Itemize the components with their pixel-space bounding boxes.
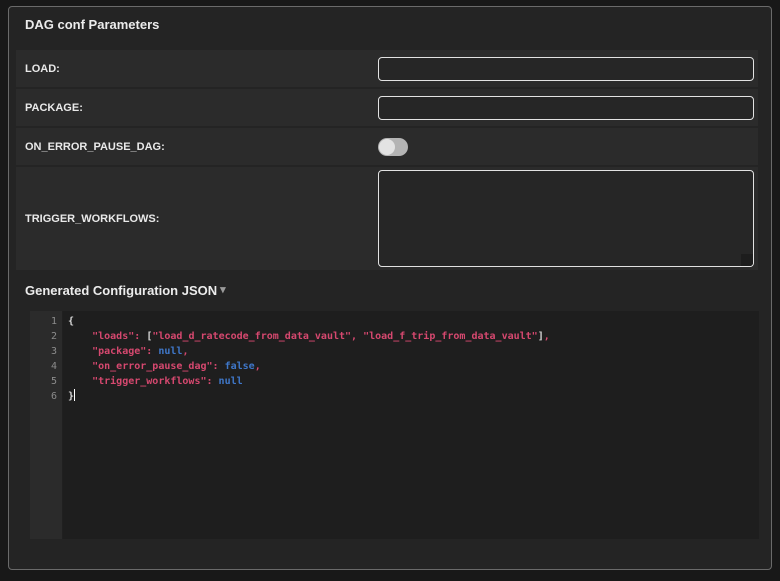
code-line: 2 "loads": ["load_d_ratecode_from_data_v… [30, 329, 759, 344]
code-text: } [63, 389, 75, 404]
load-label: LOAD: [25, 63, 378, 75]
panel-title: DAG conf Parameters [25, 17, 764, 32]
code-line: 6} [30, 389, 759, 404]
line-number: 3 [30, 344, 63, 359]
json-code-editor[interactable]: 1{2 "loads": ["load_d_ratecode_from_data… [30, 311, 759, 539]
toggle-knob-icon [379, 139, 395, 155]
code-text: "package": null, [63, 344, 188, 359]
dag-conf-panel: DAG conf Parameters LOAD: PACKAGE: ON_ER… [8, 6, 772, 570]
code-text: "on_error_pause_dag": false, [63, 359, 261, 374]
generated-json-header[interactable]: Generated Configuration JSON ▾ [25, 283, 226, 298]
line-number: 4 [30, 359, 63, 374]
load-input[interactable] [378, 57, 754, 81]
code-line: 1{ [30, 314, 759, 329]
form-row-on-error-pause-dag: ON_ERROR_PAUSE_DAG: [16, 128, 758, 165]
trigger-workflows-label: TRIGGER_WORKFLOWS: [25, 213, 378, 225]
code-lines: 1{2 "loads": ["load_d_ratecode_from_data… [30, 314, 759, 404]
form-row-trigger-workflows: TRIGGER_WORKFLOWS: [16, 167, 758, 270]
on-error-pause-dag-toggle[interactable] [378, 138, 408, 156]
generated-json-title: Generated Configuration JSON [25, 283, 217, 298]
form-row-package: PACKAGE: [16, 89, 758, 126]
package-input[interactable] [378, 96, 754, 120]
resize-grip-icon[interactable] [741, 254, 753, 266]
chevron-down-icon: ▾ [220, 285, 226, 296]
dag-conf-form: LOAD: PACKAGE: ON_ERROR_PAUSE_DAG: TRIGG… [16, 50, 758, 270]
trigger-workflows-textarea[interactable] [378, 170, 754, 267]
code-text: { [63, 314, 74, 329]
line-number: 2 [30, 329, 63, 344]
line-number: 6 [30, 389, 63, 404]
code-line: 5 "trigger_workflows": null [30, 374, 759, 389]
form-row-load: LOAD: [16, 50, 758, 87]
line-number: 5 [30, 374, 63, 389]
code-line: 3 "package": null, [30, 344, 759, 359]
line-number: 1 [30, 314, 63, 329]
on-error-pause-dag-label: ON_ERROR_PAUSE_DAG: [25, 141, 378, 153]
code-line: 4 "on_error_pause_dag": false, [30, 359, 759, 374]
package-label: PACKAGE: [25, 102, 378, 114]
text-cursor [74, 389, 75, 401]
code-text: "trigger_workflows": null [63, 374, 243, 389]
trigger-workflows-field [378, 170, 754, 267]
code-text: "loads": ["load_d_ratecode_from_data_vau… [63, 329, 550, 344]
